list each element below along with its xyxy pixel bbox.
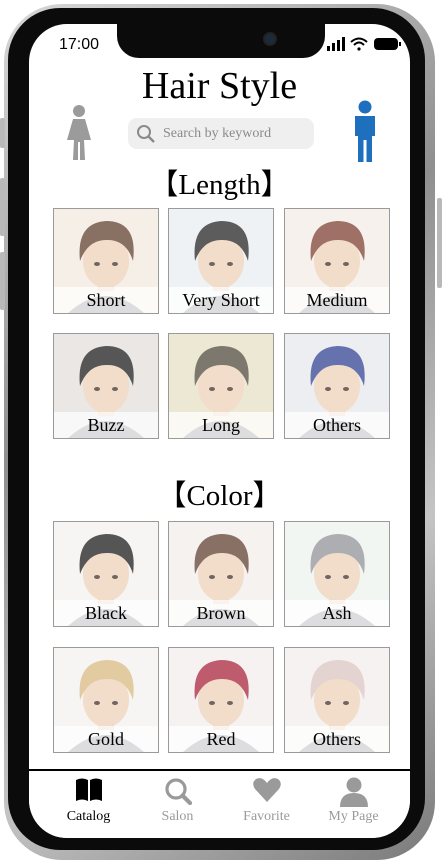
search-icon — [164, 778, 192, 806]
app-screen: 17:00 Hair Style Search by keyword 【Leng… — [29, 24, 410, 838]
tile-label: Long — [169, 412, 273, 438]
color-tile-others[interactable]: Others — [284, 647, 390, 753]
power-button — [437, 198, 442, 288]
color-tile-red[interactable]: Red — [168, 647, 274, 753]
status-bar: 17:00 — [29, 24, 410, 68]
tab-my-page[interactable]: My Page — [306, 771, 401, 838]
female-filter-button[interactable] — [65, 104, 93, 167]
tile-label: Brown — [169, 600, 273, 626]
tab-label: Favorite — [243, 809, 290, 824]
search-placeholder: Search by keyword — [163, 126, 272, 141]
signal-icon — [327, 37, 345, 51]
tile-label: Buzz — [54, 412, 158, 438]
tab-label: My Page — [328, 809, 379, 824]
tile-label: Red — [169, 726, 273, 752]
tab-label: Salon — [161, 809, 194, 824]
search-input[interactable]: Search by keyword — [128, 118, 314, 149]
book-icon — [75, 778, 102, 801]
user-icon — [339, 777, 368, 807]
female-icon — [67, 105, 91, 160]
length-section-title: 【Length】 — [149, 169, 290, 201]
front-camera — [263, 32, 277, 46]
status-time: 17:00 — [59, 36, 100, 53]
battery-icon — [374, 38, 401, 50]
length-tile-very-short[interactable]: Very Short — [168, 208, 274, 314]
volume-down-button — [0, 252, 5, 310]
tab-bar: Catalog Salon Favorite My Page — [29, 769, 410, 838]
length-tile-buzz[interactable]: Buzz — [53, 333, 159, 439]
color-section-title: 【Color】 — [157, 480, 282, 512]
heart-icon — [252, 778, 281, 802]
status-icons — [327, 36, 405, 52]
tile-label: Medium — [285, 287, 389, 313]
tile-label: Black — [54, 600, 158, 626]
length-tile-short[interactable]: Short — [53, 208, 159, 314]
color-tile-gold[interactable]: Gold — [53, 647, 159, 753]
search-icon — [137, 125, 155, 143]
color-tile-brown[interactable]: Brown — [168, 521, 274, 627]
tile-label: Others — [285, 412, 389, 438]
notch — [117, 24, 325, 58]
length-tile-long[interactable]: Long — [168, 333, 274, 439]
tile-label: Gold — [54, 726, 158, 752]
wifi-icon — [350, 37, 368, 51]
tab-label: Catalog — [66, 809, 111, 824]
tab-catalog[interactable]: Catalog — [41, 771, 136, 838]
length-tile-medium[interactable]: Medium — [284, 208, 390, 314]
volume-up-button — [0, 178, 5, 236]
color-tile-black[interactable]: Black — [53, 521, 159, 627]
length-tile-others[interactable]: Others — [284, 333, 390, 439]
silent-switch — [0, 118, 5, 148]
male-icon — [355, 100, 375, 162]
tab-favorite[interactable]: Favorite — [219, 771, 314, 838]
tile-label: Others — [285, 726, 389, 752]
tile-label: Short — [54, 287, 158, 313]
male-filter-button[interactable] — [352, 100, 378, 169]
color-tile-ash[interactable]: Ash — [284, 521, 390, 627]
tile-label: Very Short — [169, 287, 273, 313]
tile-label: Ash — [285, 600, 389, 626]
tab-salon[interactable]: Salon — [130, 771, 225, 838]
